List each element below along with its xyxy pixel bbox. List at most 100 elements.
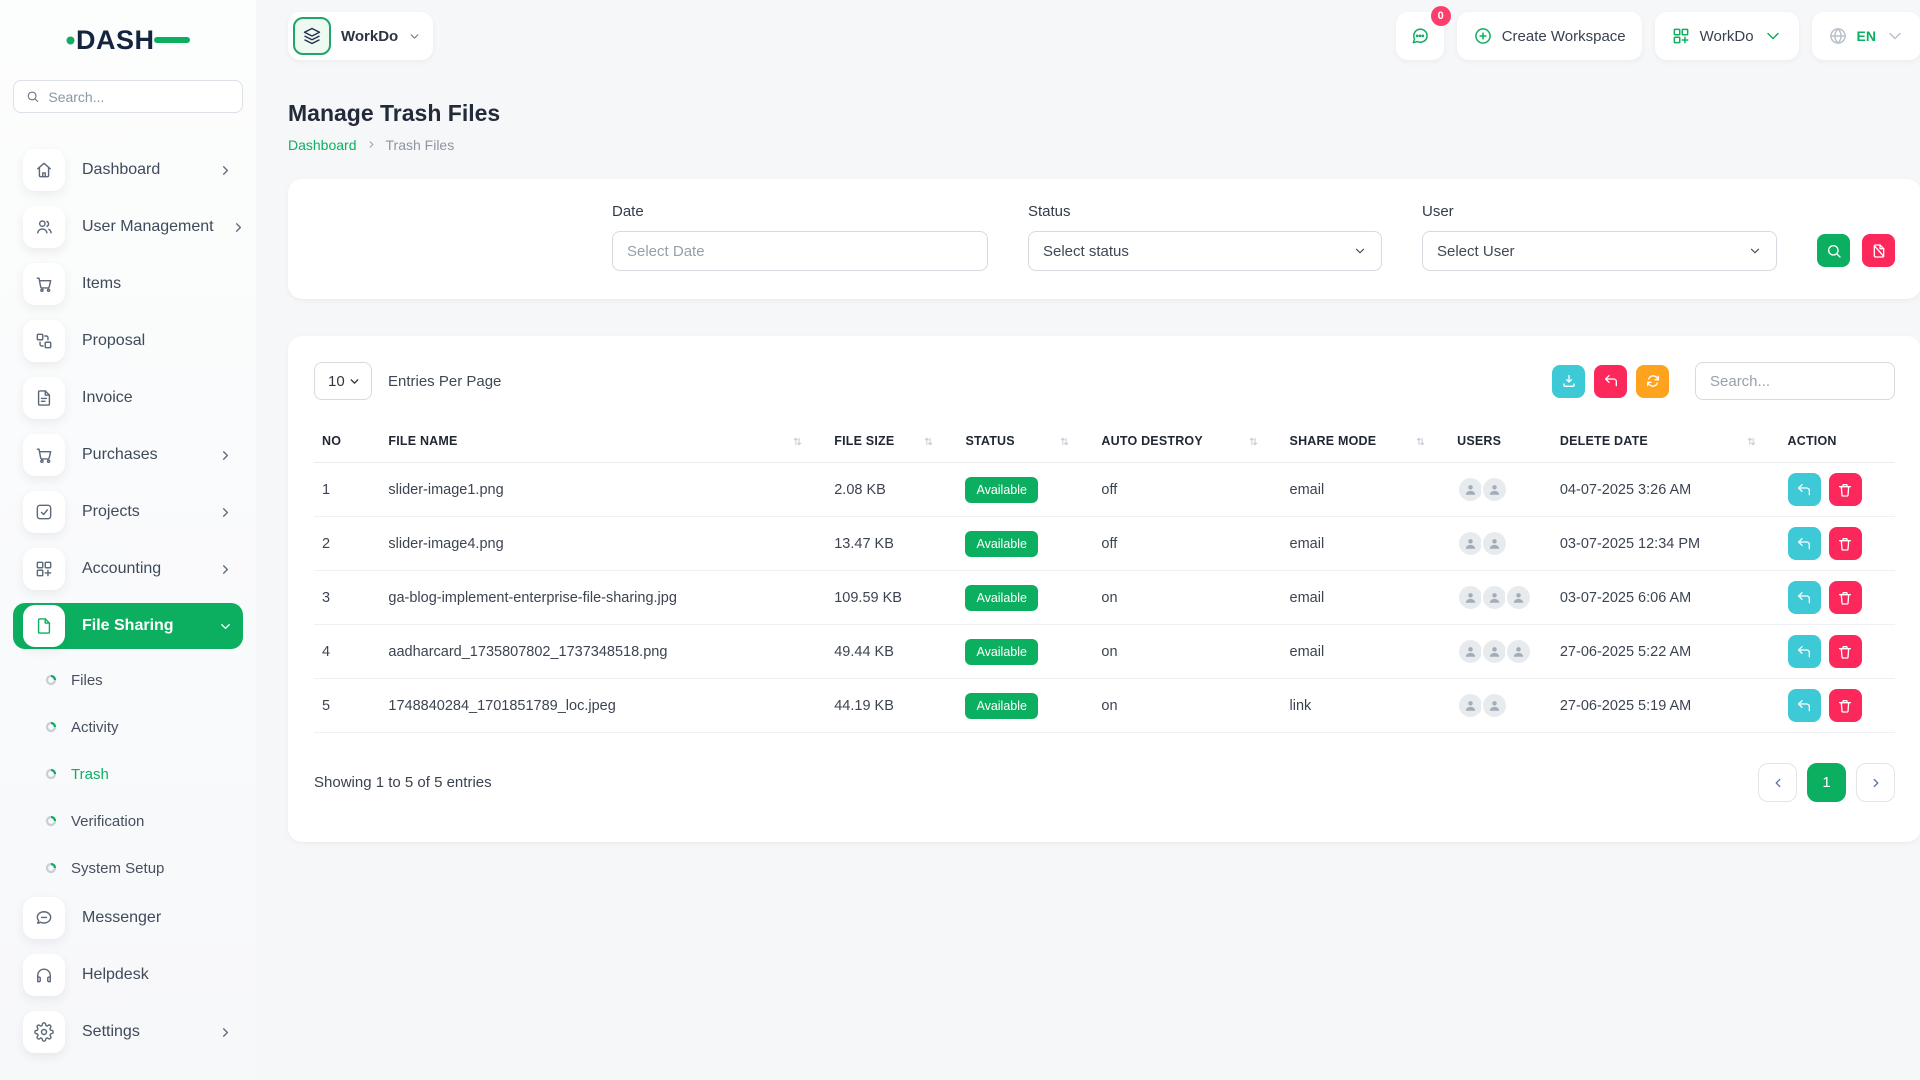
sidebar-nav: Dashboard User Management Items Proposal Inv… — [13, 147, 243, 1055]
restore-file-button[interactable] — [1788, 635, 1821, 668]
chevron-right-icon — [1869, 776, 1883, 790]
column-header-share-mode[interactable]: SHARE MODE — [1282, 424, 1450, 463]
share-mode-cell: email — [1282, 463, 1450, 517]
prev-page-button[interactable] — [1758, 763, 1797, 802]
sidebar-item-accounting[interactable]: Accounting — [13, 546, 243, 592]
sidebar-subitem-verification[interactable]: Verification — [13, 801, 243, 841]
status-cell: Available — [957, 463, 1093, 517]
restore-file-button[interactable] — [1788, 581, 1821, 614]
sidebar-item-label: Settings — [82, 1023, 140, 1041]
column-header-file-name[interactable]: FILE NAME — [380, 424, 826, 463]
date-input[interactable] — [612, 231, 988, 271]
messages-button[interactable]: 0 — [1396, 12, 1444, 60]
sidebar-item-projects[interactable]: Projects — [13, 489, 243, 535]
sort-icon[interactable] — [791, 435, 804, 448]
table-row: 2slider-image4.png13.47 KBAvailableoffem… — [314, 517, 1895, 571]
refresh-icon — [1645, 373, 1661, 389]
user-select[interactable]: Select User — [1422, 231, 1777, 271]
sort-icon[interactable] — [922, 435, 935, 448]
sidebar-item-purchases[interactable]: Purchases — [13, 432, 243, 478]
file-size-cell: 49.44 KB — [826, 625, 957, 679]
entries-per-page-select[interactable]: 10 — [314, 362, 372, 400]
sidebar-item-helpdesk[interactable]: Helpdesk — [13, 952, 243, 998]
status-ring-icon — [45, 721, 57, 733]
pagination: 1 — [1758, 763, 1895, 802]
chevron-down-icon — [218, 619, 233, 634]
create-workspace-button[interactable]: Create Workspace — [1457, 12, 1642, 60]
file-size-cell: 2.08 KB — [826, 463, 957, 517]
sidebar-subitem-activity[interactable]: Activity — [13, 707, 243, 747]
user-avatar-icon — [1481, 476, 1508, 503]
auto-destroy-cell: on — [1093, 571, 1281, 625]
entries-per-page-label: Entries Per Page — [388, 373, 501, 390]
delete-file-button[interactable] — [1829, 581, 1862, 614]
svg-text:DASH: DASH — [76, 25, 155, 55]
brand-logo[interactable]: DASH — [13, 22, 243, 58]
sort-icon[interactable] — [1414, 435, 1427, 448]
delete-file-button[interactable] — [1829, 473, 1862, 506]
page-1-button[interactable]: 1 — [1807, 763, 1846, 802]
sidebar-subitem-files[interactable]: Files — [13, 660, 243, 700]
delete-file-button[interactable] — [1829, 635, 1862, 668]
sidebar-subitem-system-setup[interactable]: System Setup — [13, 848, 243, 888]
sidebar-item-proposal[interactable]: Proposal — [13, 318, 243, 364]
sidebar-item-file-sharing[interactable]: File Sharing — [13, 603, 243, 649]
sidebar-subitem-trash[interactable]: Trash — [13, 754, 243, 794]
sidebar-item-label: Invoice — [82, 389, 133, 407]
sort-icon[interactable] — [1247, 435, 1260, 448]
sidebar-item-invoice[interactable]: Invoice — [13, 375, 243, 421]
status-ring-icon — [45, 674, 57, 686]
row-number-cell: 2 — [314, 517, 380, 571]
file-name-cell: 1748840284_1701851789_loc.jpeg — [380, 679, 826, 733]
sort-icon[interactable] — [1745, 435, 1758, 448]
language-button[interactable]: EN — [1812, 12, 1920, 60]
sidebar-item-label: Accounting — [82, 560, 161, 578]
status-cell: Available — [957, 679, 1093, 733]
sidebar: DASH Dashboard User Management Items Propos… — [0, 0, 256, 1080]
date-field: Date — [612, 203, 988, 271]
restore-file-button[interactable] — [1788, 689, 1821, 722]
sidebar-subitem-label: Activity — [71, 719, 119, 736]
sidebar-item-label: Projects — [82, 503, 140, 521]
sidebar-search-input[interactable] — [48, 89, 230, 105]
file-name-cell: aadharcard_1735807802_1737348518.png — [380, 625, 826, 679]
users-icon — [23, 206, 65, 248]
action-cell — [1780, 571, 1895, 625]
column-header-status[interactable]: STATUS — [957, 424, 1093, 463]
sidebar-item-items[interactable]: Items — [13, 261, 243, 307]
column-header-action: ACTION — [1780, 424, 1895, 463]
delete-date-cell: 03-07-2025 12:34 PM — [1552, 517, 1780, 571]
delete-file-button[interactable] — [1829, 689, 1862, 722]
action-cell — [1780, 463, 1895, 517]
refresh-button[interactable] — [1636, 365, 1669, 398]
table-actions — [1552, 362, 1895, 400]
restore-file-button[interactable] — [1788, 527, 1821, 560]
filter-reset-button[interactable] — [1862, 234, 1895, 267]
messages-badge: 0 — [1431, 6, 1451, 26]
column-header-file-size[interactable]: FILE SIZE — [826, 424, 957, 463]
restore-all-button[interactable] — [1594, 365, 1627, 398]
table-search-input[interactable] — [1695, 362, 1895, 400]
column-header-delete-date[interactable]: DELETE DATE — [1552, 424, 1780, 463]
workspace-selector[interactable]: WorkDo — [288, 12, 433, 60]
home-icon — [23, 149, 65, 191]
restore-file-button[interactable] — [1788, 473, 1821, 506]
user-avatar-icon — [1457, 692, 1484, 719]
cart-icon — [23, 263, 65, 305]
sidebar-item-messenger[interactable]: Messenger — [13, 895, 243, 941]
sidebar-item-user-management[interactable]: User Management — [13, 204, 243, 250]
filter-search-button[interactable] — [1817, 234, 1850, 267]
sidebar-item-dashboard[interactable]: Dashboard — [13, 147, 243, 193]
sort-icon[interactable] — [1058, 435, 1071, 448]
next-page-button[interactable] — [1856, 763, 1895, 802]
workspace-switcher-button[interactable]: WorkDo — [1655, 12, 1799, 60]
chat-icon — [1410, 26, 1430, 46]
sidebar-item-settings[interactable]: Settings — [13, 1009, 243, 1055]
filter-card: Date Status Select status User Select Us… — [288, 179, 1920, 299]
column-header-auto-destroy[interactable]: AUTO DESTROY — [1093, 424, 1281, 463]
breadcrumb-dashboard-link[interactable]: Dashboard — [288, 137, 357, 153]
status-select[interactable]: Select status — [1028, 231, 1382, 271]
delete-file-button[interactable] — [1829, 527, 1862, 560]
file-size-cell: 109.59 KB — [826, 571, 957, 625]
export-button[interactable] — [1552, 365, 1585, 398]
